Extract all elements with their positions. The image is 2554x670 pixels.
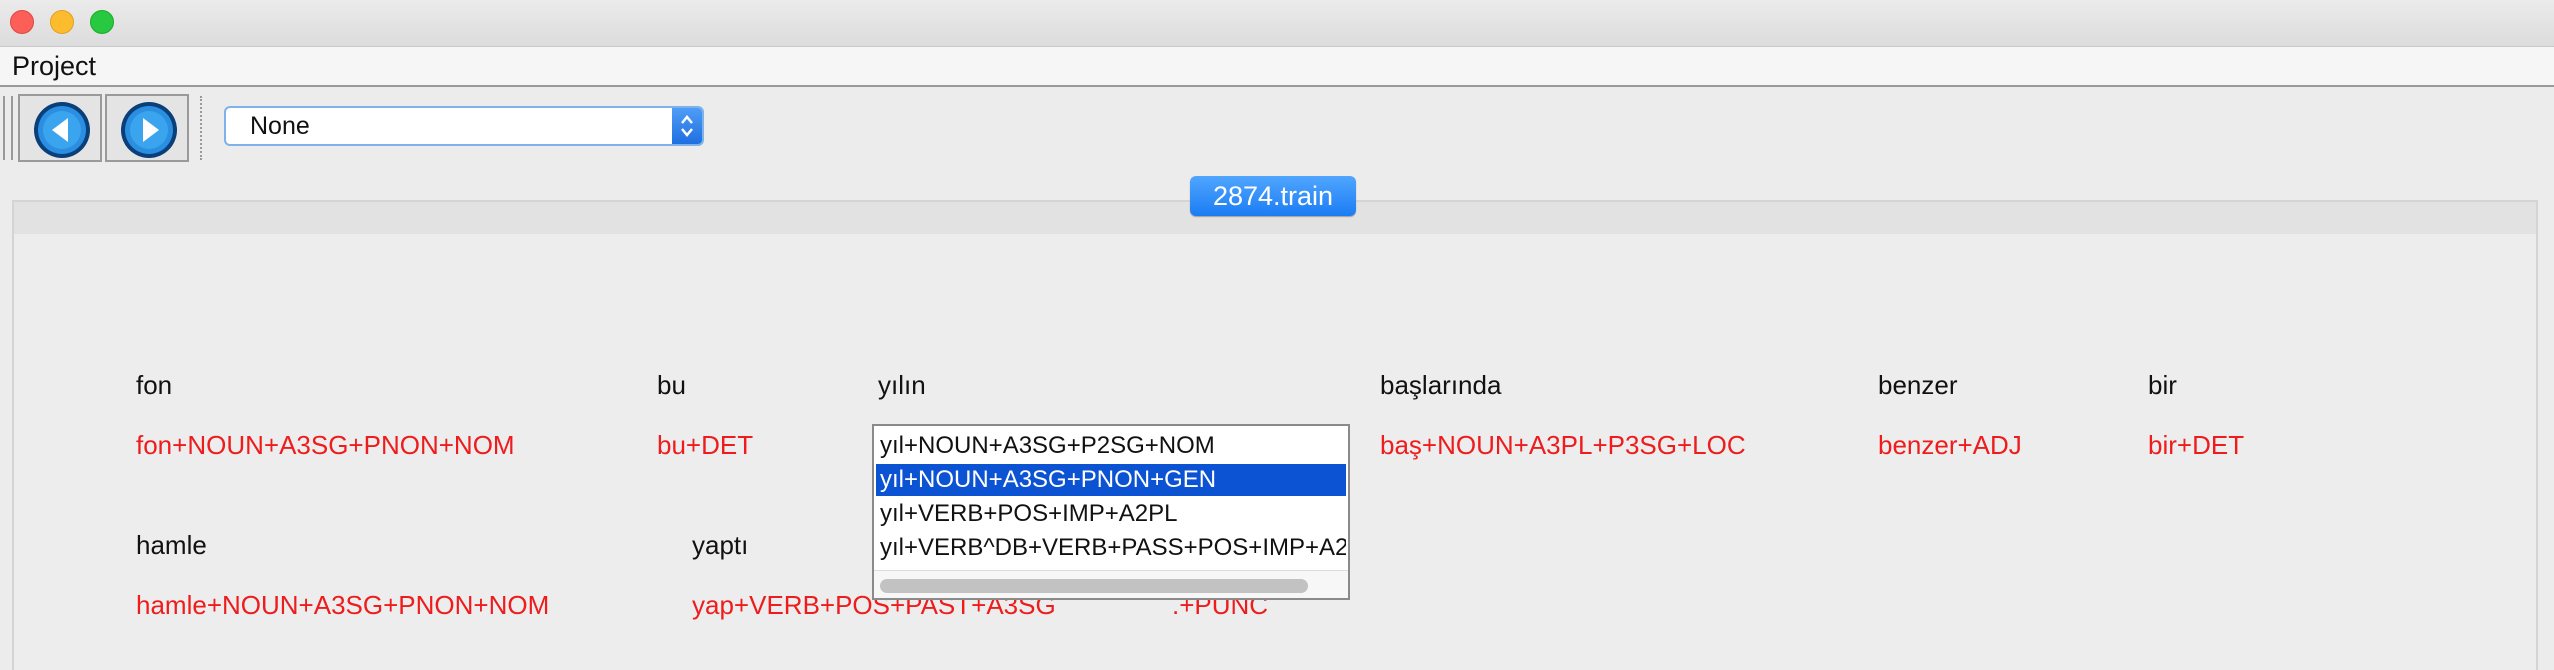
dropdown-option[interactable]: yıl+NOUN+A3SG+P2SG+NOM — [876, 430, 1346, 462]
word-label: yılın — [878, 370, 926, 400]
menu-bar: Project — [0, 47, 2554, 87]
word-label: fon — [136, 370, 173, 400]
minimize-window-button[interactable] — [50, 10, 74, 34]
word-label: başlarında — [1380, 370, 1502, 400]
analysis-label[interactable]: fon+NOUN+A3SG+PNON+NOM — [136, 430, 515, 461]
next-button[interactable] — [105, 94, 189, 162]
toolbar-grip[interactable] — [3, 96, 13, 160]
close-window-button[interactable] — [10, 10, 34, 34]
zoom-window-button[interactable] — [90, 10, 114, 34]
dropdown-option[interactable]: yıl+VERB^DB+VERB+PASS+POS+IMP+A2PL — [876, 532, 1346, 564]
filter-combobox[interactable]: None — [224, 106, 704, 146]
toolbar-separator — [200, 96, 202, 160]
arrow-left-circle-icon — [34, 102, 90, 158]
toolbar: None — [0, 88, 2554, 166]
word-label: yaptı — [692, 530, 749, 560]
analysis-label[interactable]: bu+DET — [657, 430, 753, 461]
arrow-right-circle-icon — [121, 102, 177, 158]
word-label: bir — [2148, 370, 2177, 400]
chevron-up-down-icon — [681, 115, 693, 137]
previous-button[interactable] — [18, 94, 102, 162]
tab-file[interactable]: 2874.train — [1190, 176, 1356, 216]
analysis-label[interactable]: benzer+ADJ — [1878, 430, 2022, 461]
analysis-label[interactable]: bir+DET — [2148, 430, 2244, 461]
scrollbar-thumb[interactable] — [880, 579, 1308, 593]
word-label: benzer — [1878, 370, 1958, 400]
horizontal-scrollbar[interactable] — [874, 570, 1348, 598]
analysis-label[interactable]: hamle+NOUN+A3SG+PNON+NOM — [136, 590, 549, 621]
analysis-label[interactable]: baş+NOUN+A3PL+P3SG+LOC — [1380, 430, 1746, 461]
window-titlebar — [0, 0, 2554, 47]
menu-project[interactable]: Project — [12, 51, 96, 82]
dropdown-option[interactable]: yıl+VERB+POS+IMP+A2PL — [876, 498, 1346, 530]
combobox-value: None — [250, 112, 310, 140]
dropdown-option-selected[interactable]: yıl+NOUN+A3SG+PNON+GEN — [876, 464, 1346, 496]
word-label: bu — [657, 370, 686, 400]
word-label: hamle — [136, 530, 207, 560]
combobox-arrow[interactable] — [672, 108, 702, 144]
analysis-dropdown-list[interactable]: yıl+NOUN+A3SG+P2SG+NOM yıl+NOUN+A3SG+PNO… — [872, 424, 1350, 600]
